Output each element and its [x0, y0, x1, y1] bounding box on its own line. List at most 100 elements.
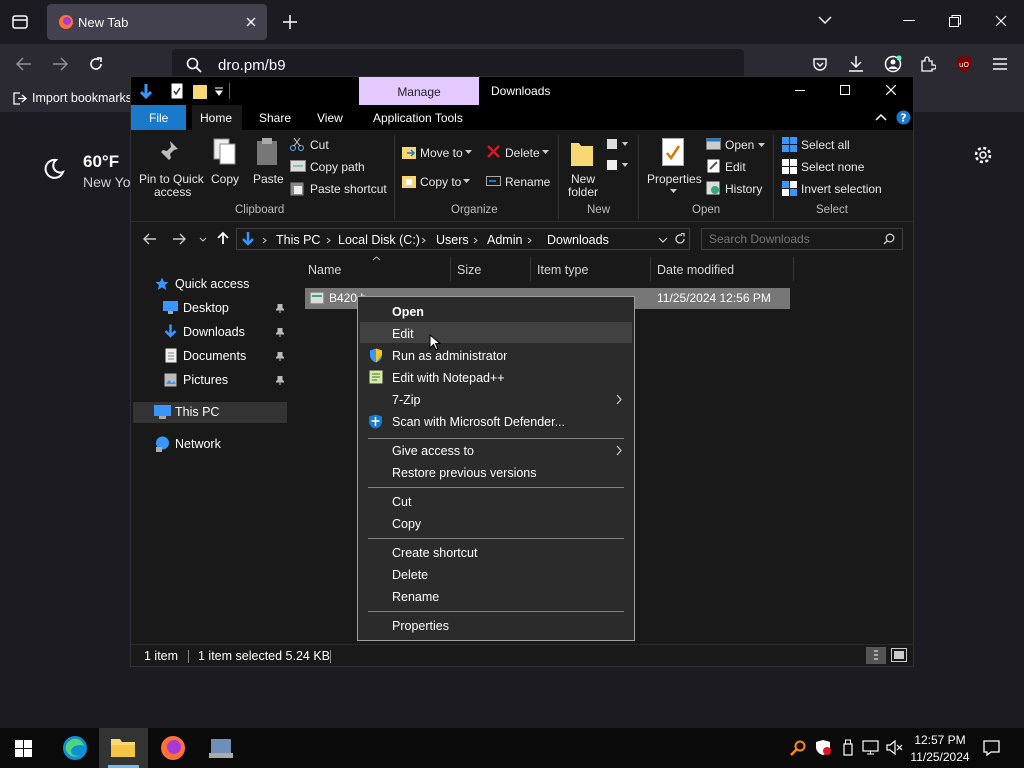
- delete-button[interactable]: Delete: [505, 146, 540, 160]
- volume-muted-tray-icon[interactable]: [886, 740, 904, 755]
- rename-button[interactable]: Rename: [505, 175, 550, 189]
- paste-button[interactable]: Paste: [253, 172, 284, 186]
- application-tools-tab[interactable]: Application Tools: [373, 111, 463, 125]
- menu-item-properties[interactable]: Properties: [392, 619, 449, 633]
- breadcrumb-local-disk[interactable]: Local Disk (C:): [338, 233, 420, 247]
- menu-item-restore-versions[interactable]: Restore previous versions: [392, 466, 537, 480]
- nav-this-pc[interactable]: This PC: [175, 405, 219, 419]
- edit-button[interactable]: Edit: [725, 160, 746, 174]
- column-separator[interactable]: [650, 257, 651, 281]
- menu-item-run-as-admin[interactable]: Run as administrator: [392, 349, 507, 363]
- paste-shortcut-button[interactable]: Paste shortcut: [310, 182, 387, 196]
- minimize-icon[interactable]: [795, 90, 805, 92]
- back-icon[interactable]: [143, 233, 157, 245]
- restore-icon[interactable]: [949, 15, 961, 27]
- menu-item-copy[interactable]: Copy: [392, 517, 421, 531]
- column-separator[interactable]: [450, 257, 451, 281]
- address-dropdown-icon[interactable]: [658, 237, 668, 243]
- import-bookmarks-link[interactable]: Import bookmarks: [32, 91, 132, 105]
- column-separator[interactable]: [793, 257, 794, 281]
- downloads-icon[interactable]: [848, 55, 864, 73]
- address-bar[interactable]: This PC Local Disk (C:) Users Admin Down…: [236, 228, 690, 250]
- nav-documents[interactable]: Documents: [183, 349, 246, 363]
- customize-qat-icon[interactable]: [214, 87, 224, 97]
- manage-context-tab[interactable]: Manage: [359, 77, 479, 105]
- back-icon[interactable]: [16, 57, 32, 71]
- copy-path-button[interactable]: Copy path: [310, 160, 365, 174]
- pin-to-quick-access-button[interactable]: Pin to Quick: [139, 172, 204, 186]
- column-header-date-modified[interactable]: Date modified: [657, 263, 734, 277]
- close-icon[interactable]: [886, 85, 896, 95]
- breadcrumb-admin[interactable]: Admin: [487, 233, 522, 247]
- menu-item-create-shortcut[interactable]: Create shortcut: [392, 546, 477, 560]
- pin-icon[interactable]: [276, 352, 284, 361]
- breadcrumb-users[interactable]: Users: [436, 233, 469, 247]
- move-to-button[interactable]: Move to: [420, 146, 463, 160]
- large-icons-view-icon[interactable]: [891, 648, 907, 662]
- menu-icon[interactable]: [992, 57, 1008, 71]
- quick-access-down-arrow-icon[interactable]: [139, 83, 153, 99]
- forward-icon[interactable]: [52, 57, 68, 71]
- explorer-taskbar-button[interactable]: [99, 728, 148, 768]
- history-button[interactable]: History: [725, 182, 762, 196]
- easy-access-icon[interactable]: [607, 158, 631, 172]
- network-app-taskbar-icon[interactable]: [208, 735, 234, 761]
- ublock-icon[interactable]: uO: [955, 55, 973, 73]
- magnifier-tray-icon[interactable]: [790, 740, 806, 756]
- properties-qat-icon[interactable]: [171, 83, 183, 99]
- tab-overview-icon[interactable]: [12, 14, 28, 30]
- menu-item-edit[interactable]: Edit: [392, 327, 414, 341]
- extensions-icon[interactable]: [920, 56, 936, 72]
- usb-tray-icon[interactable]: [842, 739, 854, 756]
- network-tray-icon[interactable]: [862, 740, 879, 755]
- close-tab-icon[interactable]: [245, 16, 257, 28]
- copy-to-button[interactable]: Copy to: [420, 175, 461, 189]
- nav-desktop[interactable]: Desktop: [183, 301, 229, 315]
- select-none-button[interactable]: Select none: [801, 160, 864, 174]
- nav-pictures[interactable]: Pictures: [183, 373, 228, 387]
- details-view-icon[interactable]: [866, 647, 886, 664]
- column-header-size[interactable]: Size: [457, 263, 481, 277]
- clock[interactable]: 12:57 PM 11/25/2024: [905, 730, 975, 766]
- menu-item-cut[interactable]: Cut: [392, 495, 411, 509]
- breadcrumb-downloads[interactable]: Downloads: [547, 233, 609, 247]
- copy-button[interactable]: Copy: [211, 172, 239, 186]
- new-item-icon[interactable]: [607, 137, 631, 151]
- home-tab[interactable]: Home: [192, 105, 242, 130]
- collapse-ribbon-icon[interactable]: [875, 113, 887, 121]
- close-window-icon[interactable]: [995, 15, 1007, 27]
- new-tab-icon[interactable]: [282, 14, 298, 30]
- security-tray-icon[interactable]: [815, 739, 831, 756]
- breadcrumb-this-pc[interactable]: This PC: [276, 233, 320, 247]
- reload-icon[interactable]: [88, 56, 104, 72]
- new-folder-button[interactable]: New: [571, 172, 595, 186]
- menu-item-edit-notepad[interactable]: Edit with Notepad++: [392, 371, 505, 385]
- notifications-icon[interactable]: [983, 740, 1000, 756]
- nav-quick-access[interactable]: Quick access: [175, 277, 249, 291]
- menu-item-7zip[interactable]: 7-Zip: [392, 393, 420, 407]
- nav-network[interactable]: Network: [175, 437, 221, 451]
- recent-locations-icon[interactable]: [199, 237, 207, 242]
- new-folder-qat-icon[interactable]: [193, 83, 207, 99]
- browser-tab[interactable]: New Tab: [47, 4, 267, 40]
- edge-icon[interactable]: [62, 735, 88, 761]
- open-button[interactable]: Open: [725, 138, 754, 152]
- column-header-name[interactable]: Name: [308, 263, 341, 277]
- menu-item-give-access[interactable]: Give access to: [392, 444, 474, 458]
- forward-icon[interactable]: [172, 233, 186, 245]
- search-box[interactable]: Search Downloads: [701, 228, 903, 250]
- minimize-icon[interactable]: [903, 20, 915, 22]
- windows-start-icon[interactable]: [15, 740, 32, 757]
- list-tabs-icon[interactable]: [818, 15, 832, 25]
- pin-icon[interactable]: [276, 304, 284, 313]
- view-tab[interactable]: View: [317, 111, 343, 125]
- share-tab[interactable]: Share: [259, 111, 291, 125]
- menu-item-open[interactable]: Open: [392, 305, 424, 319]
- menu-item-delete[interactable]: Delete: [392, 568, 428, 582]
- menu-item-rename[interactable]: Rename: [392, 590, 439, 604]
- cut-button[interactable]: Cut: [310, 138, 329, 152]
- properties-button[interactable]: Properties: [647, 172, 702, 186]
- settings-gear-icon[interactable]: [973, 145, 993, 165]
- column-separator[interactable]: [530, 257, 531, 281]
- firefox-taskbar-icon[interactable]: [160, 735, 186, 761]
